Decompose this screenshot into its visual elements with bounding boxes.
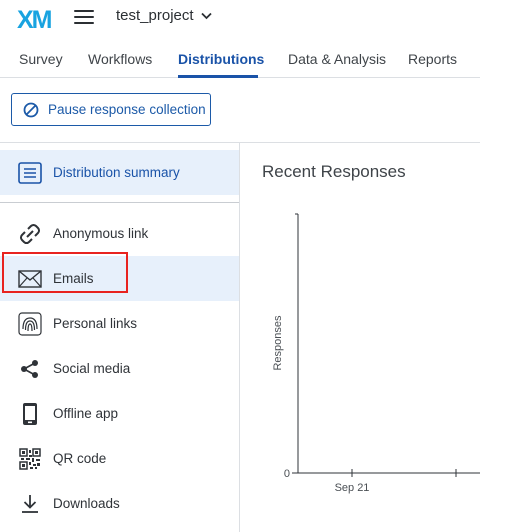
prohibited-icon — [23, 102, 39, 117]
logo-text: XM — [17, 6, 52, 33]
sidebar-item-social-media[interactable]: Social media — [0, 346, 239, 391]
responses-chart: Responses 0 Sep 21 — [272, 213, 480, 494]
x-tick-label: Sep 21 — [335, 482, 370, 494]
sidebar-item-downloads[interactable]: Downloads — [0, 481, 239, 526]
sidebar-item-label: Emails — [53, 271, 94, 286]
qr-code-icon — [18, 447, 42, 471]
sidebar-item-personal-links[interactable]: Personal links — [0, 301, 239, 346]
tab-distributions[interactable]: Distributions — [178, 51, 264, 67]
download-icon — [18, 492, 42, 516]
active-tab-indicator — [178, 75, 258, 78]
tab-workflows[interactable]: Workflows — [88, 51, 152, 67]
project-selector[interactable]: test_project — [116, 7, 212, 24]
tab-survey[interactable]: Survey — [19, 51, 63, 67]
y-axis-label: Responses — [272, 315, 284, 371]
share-icon — [18, 357, 42, 381]
sidebar-item-label: Distribution summary — [53, 165, 180, 180]
distribution-sidebar: Distribution summary Anonymous link Emai… — [0, 143, 240, 532]
sidebar-item-offline-app[interactable]: Offline app — [0, 391, 239, 436]
sidebar-item-label: Personal links — [53, 316, 138, 331]
project-name: test_project — [116, 7, 194, 24]
main-tabs: Survey Workflows Distributions Data & An… — [0, 40, 480, 78]
sidebar-item-label: Offline app — [53, 406, 119, 421]
sidebar-item-label: Social media — [53, 361, 131, 376]
sidebar-item-label: Anonymous link — [53, 226, 149, 241]
envelope-icon — [18, 267, 42, 291]
fingerprint-icon — [18, 311, 42, 336]
list-icon — [18, 161, 42, 185]
top-bar: XM test_project — [0, 0, 480, 40]
tab-reports[interactable]: Reports — [408, 51, 457, 67]
sidebar-item-label: QR code — [53, 451, 107, 466]
sidebar-item-distribution-summary[interactable]: Distribution summary — [0, 150, 239, 195]
pause-response-collection-button[interactable]: Pause response collection — [11, 93, 211, 126]
tab-data-analysis[interactable]: Data & Analysis — [288, 51, 386, 67]
sidebar-item-qr-code[interactable]: QR code — [0, 436, 239, 481]
xm-logo-icon[interactable]: XM — [17, 5, 55, 33]
hamburger-menu-icon[interactable] — [74, 8, 96, 26]
chevron-down-icon — [200, 12, 212, 20]
y-tick-label: 0 — [284, 468, 290, 480]
phone-icon — [18, 402, 42, 426]
sidebar-item-emails[interactable]: Emails — [0, 256, 239, 301]
sidebar-item-label: Downloads — [53, 496, 120, 511]
link-icon — [18, 222, 42, 246]
recent-responses-title: Recent Responses — [262, 162, 406, 181]
sidebar-divider — [0, 202, 239, 203]
sidebar-item-anonymous-link[interactable]: Anonymous link — [0, 211, 239, 256]
pause-button-label: Pause response collection — [48, 102, 206, 117]
chart-axes — [295, 213, 480, 474]
